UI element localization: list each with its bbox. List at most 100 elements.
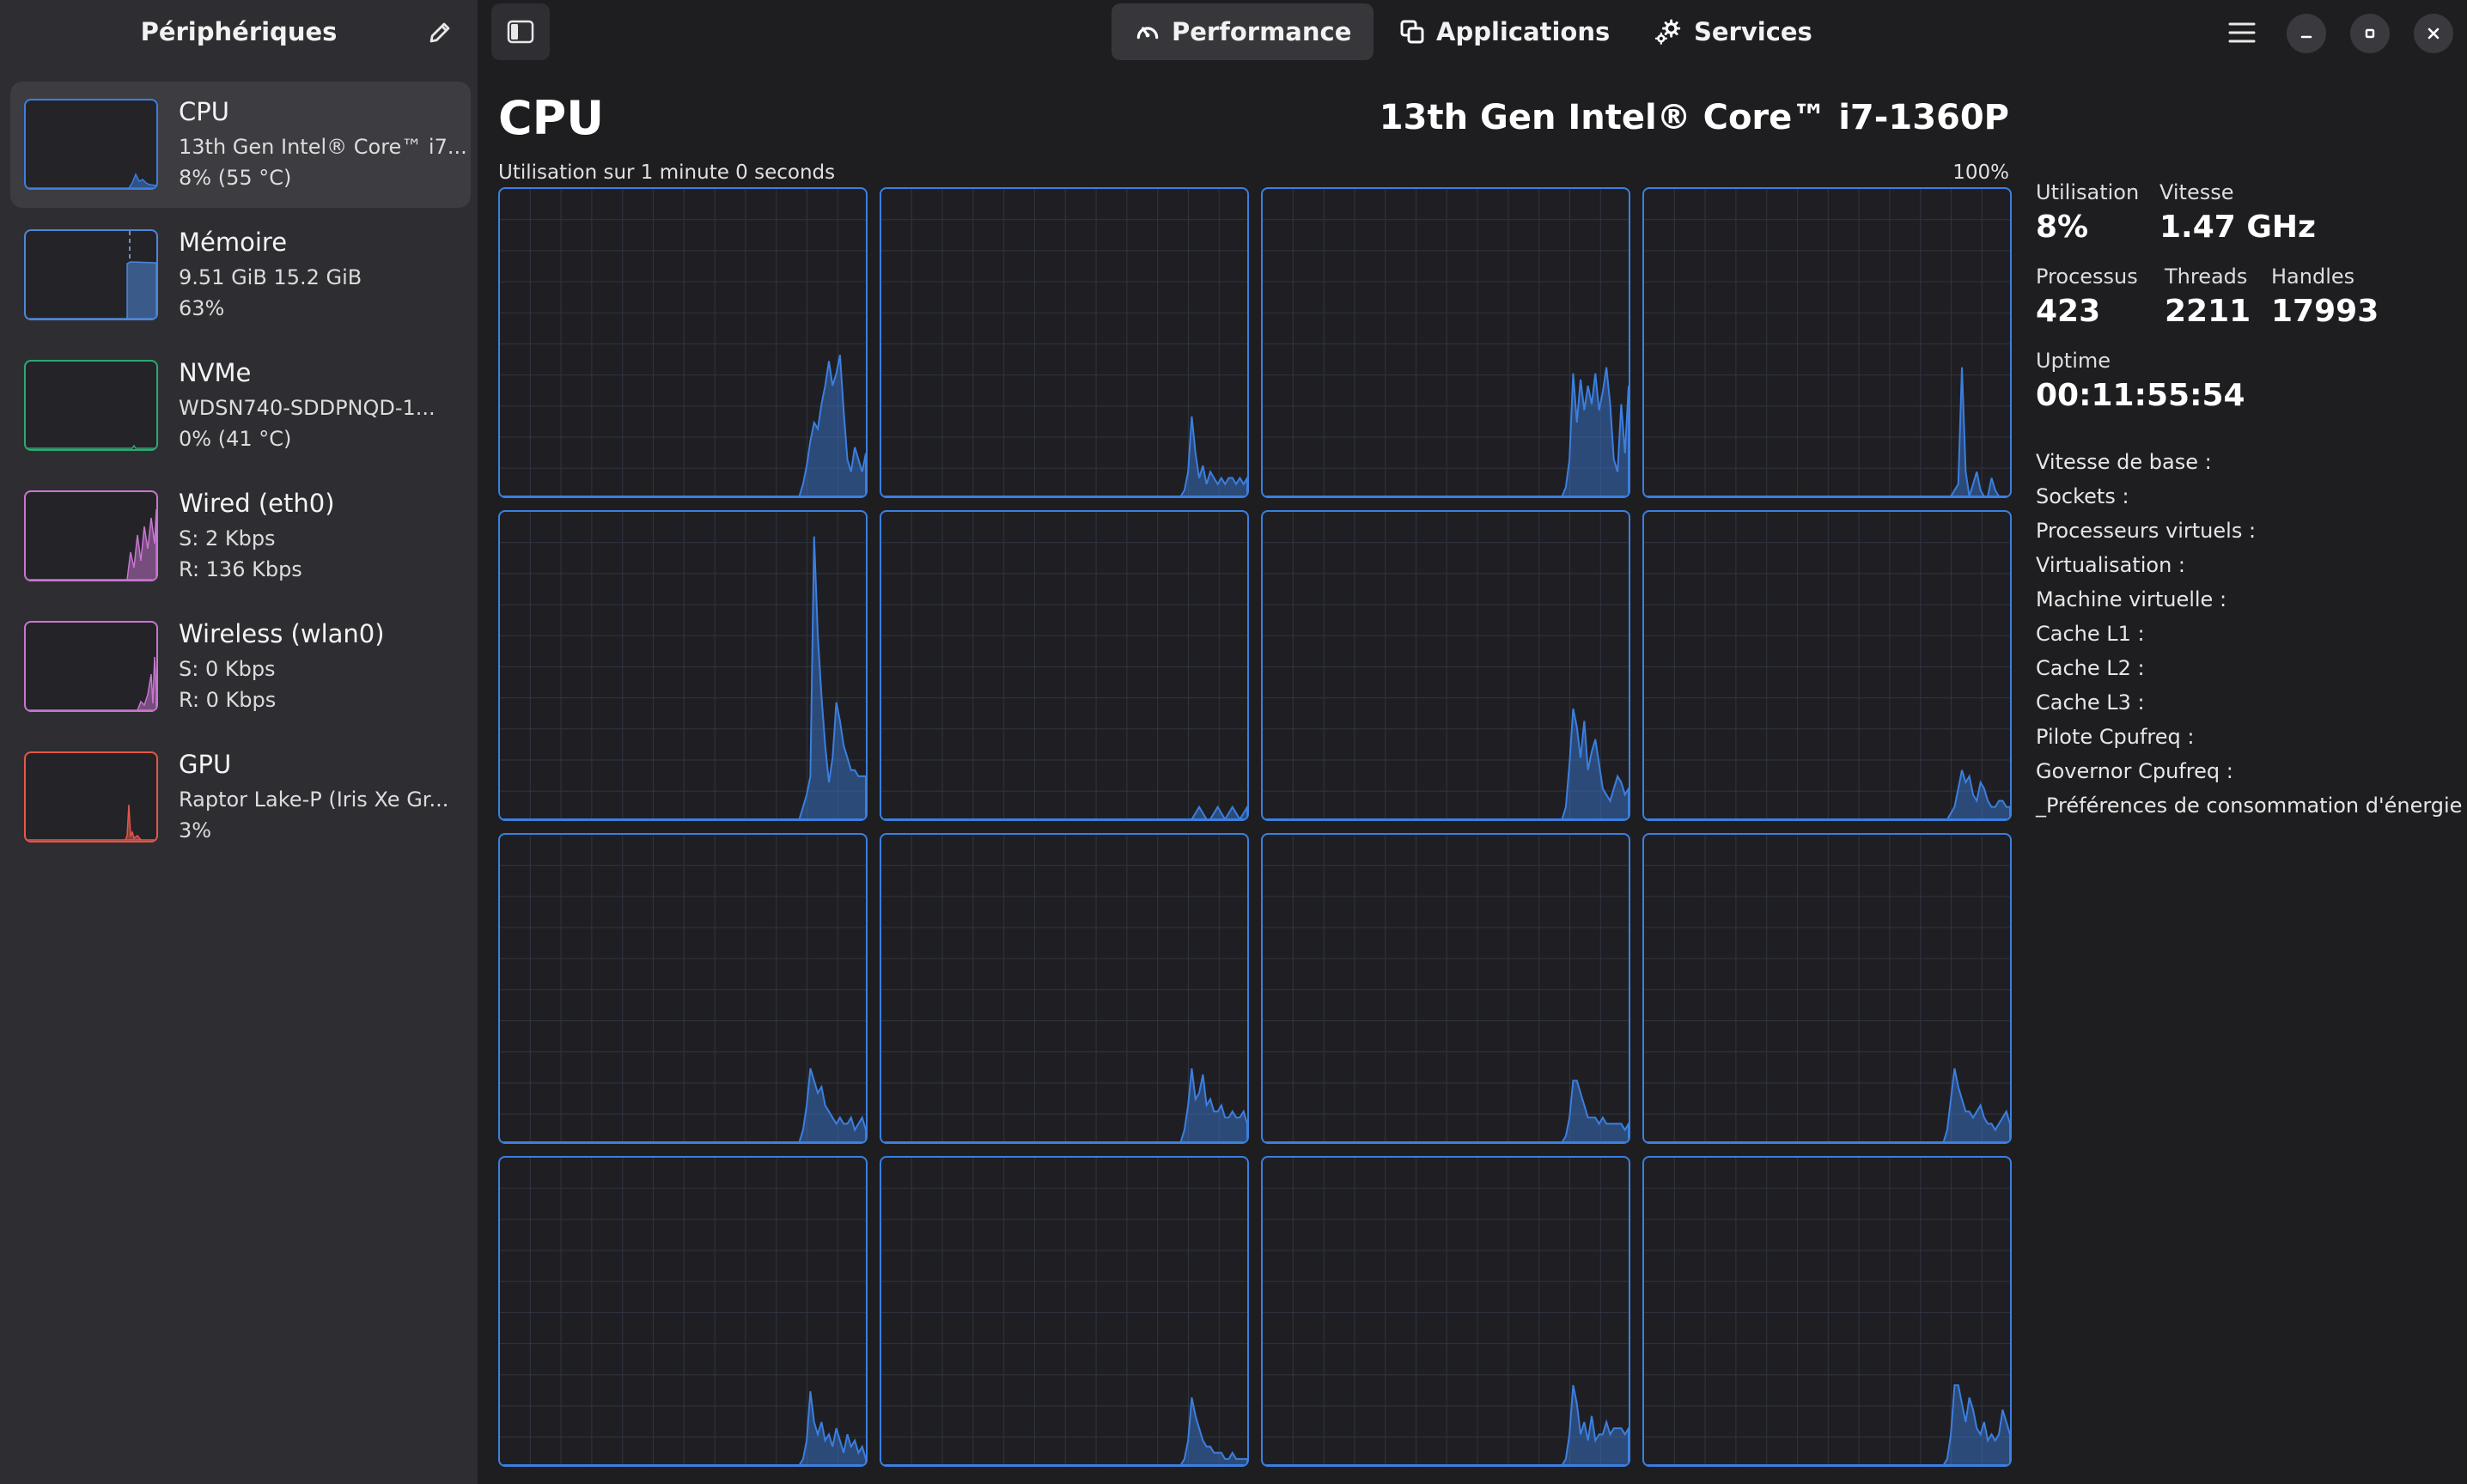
property-cache-l3: Cache L3 :: [2036, 690, 2145, 715]
device-cpu[interactable]: CPU 13th Gen Intel® Core™ i7... 8% (55 °…: [10, 82, 471, 208]
core-usage-area: [500, 355, 866, 496]
property-energy-preference: _Préférences de consommation d'énergie :: [2036, 794, 2467, 818]
stat-label: Handles: [2271, 265, 2355, 289]
close-icon: [2427, 27, 2440, 40]
minimize-button[interactable]: [2287, 14, 2326, 53]
stat-utilisation: Utilisation 8%: [2036, 180, 2139, 245]
gears-icon: [1654, 19, 1681, 45]
property-base-speed: Vitesse de base :: [2036, 450, 2212, 474]
property-cache-l1: Cache L1 :: [2036, 622, 2145, 646]
property-virtual-machine: Machine virtuelle :: [2036, 587, 2227, 611]
sidebar-panel-icon: [507, 20, 534, 44]
device-status: 3%: [179, 818, 212, 842]
core-graph-4: [498, 510, 868, 821]
device-detail: Raptor Lake-P (Iris Xe Gr...: [179, 788, 449, 812]
tab-applications[interactable]: Applications: [1376, 3, 1632, 60]
wired-thumbnail-graph: [24, 490, 158, 581]
core-graph-13: [880, 1156, 1249, 1467]
core-graph-8: [498, 833, 868, 1144]
core-graph-5: [880, 510, 1249, 821]
stat-value: 00:11:55:54: [2036, 378, 2245, 413]
device-name: GPU: [179, 750, 232, 779]
core-usage-area: [1263, 367, 1629, 496]
core-usage-area: [1263, 1384, 1629, 1465]
device-wireless[interactable]: Wireless (wlan0) S: 0 Kbps R: 0 Kbps: [10, 604, 471, 730]
core-graph-10: [1261, 833, 1630, 1144]
graph-caption: Utilisation sur 1 minute 0 seconds: [498, 161, 836, 184]
core-usage-area: [500, 536, 866, 819]
core-graph-0: [498, 187, 868, 498]
property-sockets: Sockets :: [2036, 484, 2129, 508]
windows-icon: [1400, 20, 1424, 44]
core-usage-area: [881, 416, 1247, 496]
device-status: R: 0 Kbps: [179, 688, 277, 712]
sidebar-title: Périphériques: [140, 17, 338, 46]
cpu-properties-list: Vitesse de base : Sockets : Processeurs …: [2036, 450, 2467, 828]
graph-max-label: 100%: [1952, 161, 2009, 184]
maximize-icon: [2365, 28, 2375, 39]
core-graph-3: [1642, 187, 2012, 498]
stat-value: 17993: [2271, 294, 2379, 329]
sidebar: Périphériques CPU 13th Gen Intel® Core™ …: [0, 0, 478, 1484]
device-detail: WDSN740-SDDPNQD-1...: [179, 396, 436, 420]
core-graph-6: [1261, 510, 1630, 821]
core-usage-area: [1644, 769, 2010, 819]
tab-performance[interactable]: Performance: [1112, 3, 1374, 60]
property-virtual-processors: Processeurs virtuels :: [2036, 519, 2257, 543]
core-usage-area: [500, 1390, 866, 1465]
maximize-button[interactable]: [2350, 14, 2390, 53]
hamburger-menu-icon: [2228, 22, 2256, 43]
device-nvme[interactable]: NVMe WDSN740-SDDPNQD-1... 0% (41 °C): [10, 343, 471, 469]
minimize-icon: [2300, 35, 2312, 39]
pencil-icon: [429, 22, 450, 43]
wireless-thumbnail-graph: [24, 621, 158, 712]
core-graph-9: [880, 833, 1249, 1144]
page-title: CPU: [498, 91, 605, 145]
core-graphs-grid: [498, 187, 2012, 1467]
memory-thumbnail-graph: [24, 229, 158, 320]
stat-label: Uptime: [2036, 349, 2111, 373]
core-usage-area: [500, 1067, 866, 1142]
core-graph-2: [1261, 187, 1630, 498]
stat-label: Processus: [2036, 265, 2138, 289]
stat-label: Threads: [2165, 265, 2248, 289]
sidebar-toggle-button[interactable]: [491, 3, 550, 60]
close-button[interactable]: [2414, 14, 2453, 53]
core-graph-15: [1642, 1156, 2012, 1467]
device-name: Wireless (wlan0): [179, 619, 385, 648]
device-gpu[interactable]: GPU Raptor Lake-P (Iris Xe Gr... 3%: [10, 734, 471, 861]
device-wired[interactable]: Wired (eth0) S: 2 Kbps R: 136 Kbps: [10, 473, 471, 599]
device-status: 63%: [179, 296, 225, 320]
stat-label: Utilisation: [2036, 180, 2140, 204]
cpu-model-name: 13th Gen Intel® Core™ i7-1360P: [1379, 98, 2009, 137]
stat-threads: Threads 2211: [2165, 265, 2251, 329]
core-graph-14: [1261, 1156, 1630, 1467]
device-memory[interactable]: Mémoire 9.51 GiB 15.2 GiB 63%: [10, 212, 471, 338]
main-menu-button[interactable]: [2218, 15, 2266, 50]
core-graph-1: [880, 187, 1249, 498]
tab-label: Applications: [1436, 17, 1611, 46]
cpu-thumbnail-graph: [24, 99, 158, 190]
sidebar-header: Périphériques: [0, 0, 478, 64]
speedometer-icon: [1136, 27, 1159, 40]
core-usage-area: [881, 1397, 1247, 1465]
property-cache-l2: Cache L2 :: [2036, 656, 2145, 680]
stat-value: 2211: [2165, 294, 2251, 329]
gpu-thumbnail-graph: [24, 751, 158, 842]
device-name: NVMe: [179, 358, 252, 387]
stat-value: 423: [2036, 294, 2101, 329]
device-detail: 13th Gen Intel® Core™ i7...: [179, 135, 467, 159]
core-usage-area: [1644, 367, 2010, 496]
stat-uptime: Uptime 00:11:55:54: [2036, 349, 2245, 413]
core-usage-area: [1263, 1080, 1629, 1142]
header-bar: Performance Applications Services: [478, 0, 2467, 64]
property-virtualisation: Virtualisation :: [2036, 553, 2185, 577]
device-name: Mémoire: [179, 228, 288, 257]
tab-services[interactable]: Services: [1632, 3, 1835, 60]
core-graph-12: [498, 1156, 868, 1467]
property-cpufreq-driver: Pilote Cpufreq :: [2036, 725, 2195, 749]
device-name: Wired (eth0): [179, 489, 335, 518]
edit-button[interactable]: [423, 17, 457, 48]
device-name: CPU: [179, 97, 229, 126]
core-usage-area: [881, 1067, 1247, 1142]
